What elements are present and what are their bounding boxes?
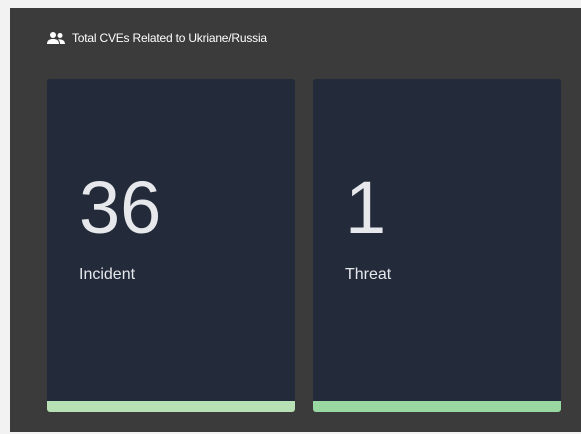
threat-label: Threat xyxy=(345,266,392,283)
incident-card[interactable]: 36 Incident xyxy=(47,79,295,412)
panel-header: Total CVEs Related to Ukriane/Russia xyxy=(46,28,267,48)
users-icon xyxy=(46,31,66,45)
incident-count: 36 xyxy=(79,166,162,249)
threat-card[interactable]: 1 Threat xyxy=(313,79,561,412)
incident-label: Incident xyxy=(79,266,136,283)
incident-status-bar xyxy=(47,401,295,412)
threat-status-bar xyxy=(313,401,561,412)
cve-widget-panel: Total CVEs Related to Ukriane/Russia 36 … xyxy=(10,8,581,432)
threat-count: 1 xyxy=(345,166,387,249)
panel-title: Total CVEs Related to Ukriane/Russia xyxy=(72,31,267,45)
